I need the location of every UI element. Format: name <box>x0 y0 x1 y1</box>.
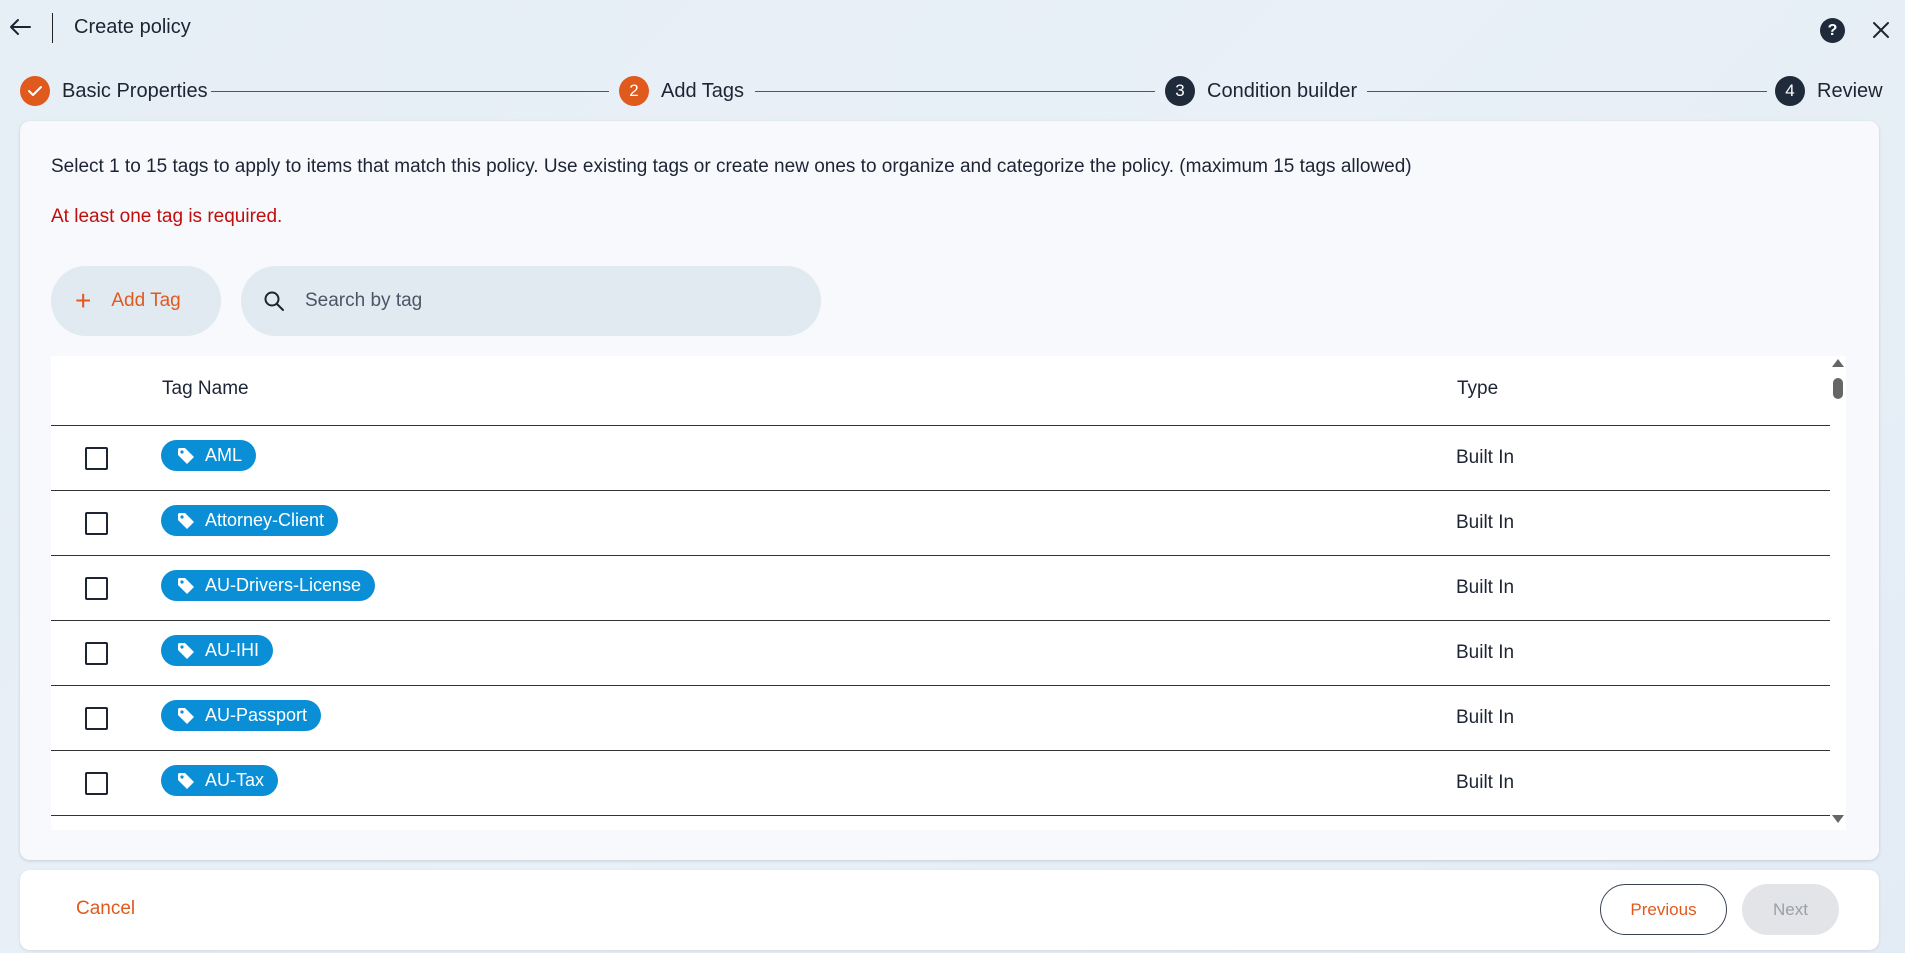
step-connector <box>755 91 1155 92</box>
table-scrollbar[interactable] <box>1831 356 1845 830</box>
tag-icon <box>177 642 195 660</box>
step-basic-properties[interactable]: Basic Properties <box>20 74 208 108</box>
row-checkbox[interactable] <box>85 707 108 730</box>
error-message: At least one tag is required. <box>51 206 283 227</box>
page-title: Create policy <box>74 16 191 38</box>
table-row[interactable]: AU-Tax Built In <box>51 751 1830 816</box>
tag-type: Built In <box>1456 577 1515 598</box>
tag-pill: AU-IHI <box>161 635 273 666</box>
step-number: 3 <box>1165 76 1195 106</box>
tag-type: Built In <box>1456 642 1515 663</box>
plus-icon: + <box>75 285 92 316</box>
table-header: Tag Name Type <box>51 356 1830 426</box>
tag-pill: AU-Drivers-License <box>161 570 376 601</box>
table-row[interactable]: AU-IHI Built In <box>51 621 1830 686</box>
header-divider <box>52 13 53 43</box>
table-row[interactable]: AU-Drivers-License Built In <box>51 556 1830 621</box>
tag-type: Built In <box>1456 512 1515 533</box>
tag-icon <box>177 707 195 725</box>
column-header-type[interactable]: Type <box>1457 378 1498 400</box>
step-number: 4 <box>1775 76 1805 106</box>
row-checkbox[interactable] <box>85 447 108 470</box>
tag-name: Attorney-Client <box>205 510 325 530</box>
check-icon <box>20 76 50 106</box>
next-button[interactable]: Next <box>1742 884 1839 935</box>
add-tag-label: Add Tag <box>111 290 181 311</box>
back-arrow-icon[interactable] <box>7 14 33 40</box>
tag-pill: AU-Tax <box>161 765 279 796</box>
tag-name: AU-Passport <box>205 705 308 725</box>
column-header-tag-name[interactable]: Tag Name <box>162 378 249 400</box>
row-checkbox[interactable] <box>85 772 108 795</box>
search-input[interactable] <box>305 290 785 312</box>
step-label: Basic Properties <box>62 79 208 102</box>
tag-type: Built In <box>1456 447 1515 468</box>
scroll-down-arrow-icon[interactable] <box>1832 815 1844 823</box>
stepper: Basic Properties 2 Add Tags 3 Condition … <box>20 74 1883 108</box>
table-row[interactable]: AU-Passport Built In <box>51 686 1830 751</box>
tag-name: AU-Tax <box>205 770 265 790</box>
step-connector <box>1367 91 1767 92</box>
instructions-text: Select 1 to 15 tags to apply to items th… <box>51 156 1412 177</box>
tag-type: Built In <box>1456 772 1515 793</box>
tag-name: AU-IHI <box>205 640 259 660</box>
tag-icon <box>177 772 195 790</box>
step-add-tags[interactable]: 2 Add Tags <box>619 74 744 108</box>
step-label: Review <box>1817 79 1883 102</box>
tag-icon <box>177 512 195 530</box>
step-label: Condition builder <box>1207 79 1358 102</box>
search-icon <box>261 288 287 314</box>
row-checkbox[interactable] <box>85 642 108 665</box>
tags-table: Tag Name Type AML Built In Attorney-Clie… <box>51 356 1846 830</box>
step-review[interactable]: 4 Review <box>1775 74 1883 108</box>
step-number: 2 <box>619 76 649 106</box>
cancel-button[interactable]: Cancel <box>76 898 135 920</box>
tag-pill: Attorney-Client <box>161 505 339 536</box>
tag-pill: AU-Passport <box>161 700 322 731</box>
row-checkbox[interactable] <box>85 577 108 600</box>
step-condition-builder[interactable]: 3 Condition builder <box>1165 74 1357 108</box>
tag-name: AML <box>205 445 243 465</box>
step-label: Add Tags <box>661 79 745 102</box>
table-row[interactable]: AML Built In <box>51 426 1830 491</box>
help-icon[interactable]: ? <box>1820 18 1845 43</box>
scroll-thumb[interactable] <box>1833 378 1843 399</box>
step-connector <box>211 91 609 92</box>
tag-pill: AML <box>161 440 257 471</box>
header: Create policy ? <box>0 0 1905 56</box>
table-row[interactable]: Attorney-Client Built In <box>51 491 1830 556</box>
row-checkbox[interactable] <box>85 512 108 535</box>
tag-icon <box>177 447 195 465</box>
footer-bar: Cancel Previous Next <box>20 870 1879 950</box>
tag-icon <box>177 577 195 595</box>
search-box <box>241 266 821 336</box>
tag-type: Built In <box>1456 707 1515 728</box>
tag-name: AU-Drivers-License <box>205 575 362 595</box>
add-tag-button[interactable]: + Add Tag <box>51 266 221 336</box>
scroll-up-arrow-icon[interactable] <box>1832 359 1844 367</box>
close-icon[interactable] <box>1868 17 1894 43</box>
previous-button[interactable]: Previous <box>1600 884 1727 935</box>
